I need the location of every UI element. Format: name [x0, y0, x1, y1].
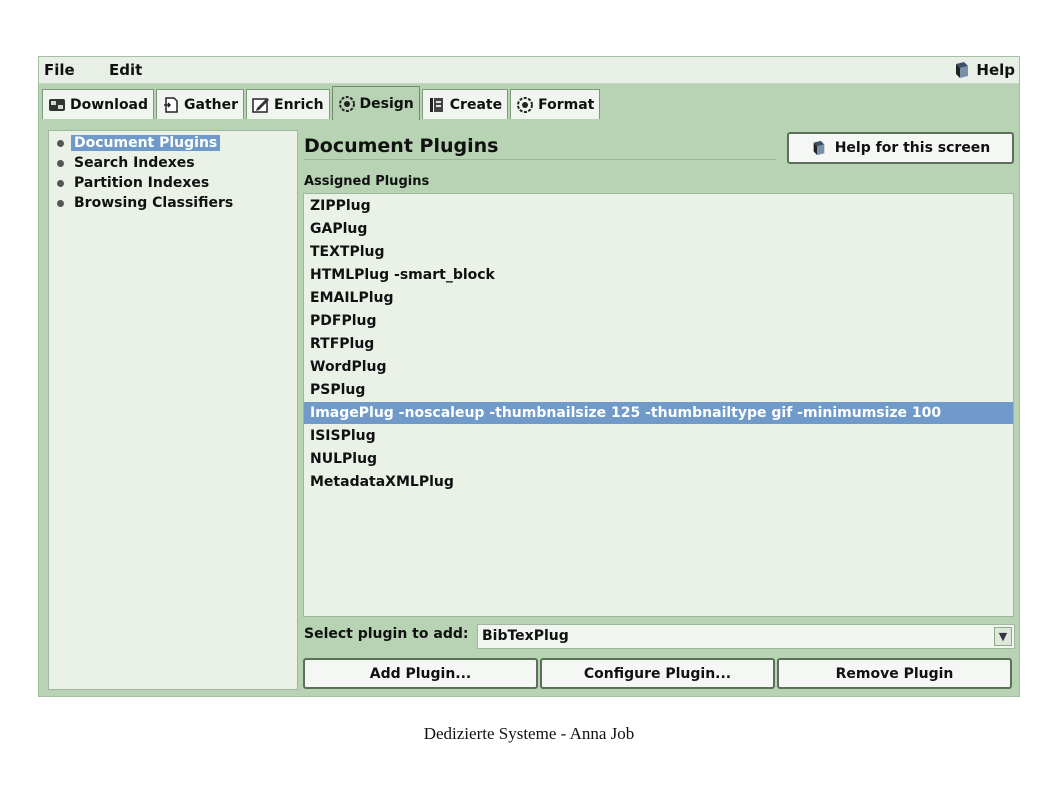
menu-edit[interactable]: Edit: [109, 61, 142, 79]
help-for-this-screen-button[interactable]: Help for this screen: [787, 132, 1014, 164]
plugin-row[interactable]: EMAILPlug: [304, 287, 1013, 309]
gear-icon: [338, 95, 355, 112]
plugin-to-add-dropdown[interactable]: BibTexPlug ▼: [477, 624, 1015, 649]
plugin-row[interactable]: PDFPlug: [304, 310, 1013, 332]
tree-item-browsing-classifiers[interactable]: Browsing Classifiers: [57, 195, 233, 211]
chevron-down-icon[interactable]: ▼: [994, 627, 1012, 646]
dropdown-value: BibTexPlug: [482, 628, 569, 644]
plugin-row[interactable]: MetadataXMLPlug: [304, 471, 1013, 493]
tree-item-label: Partition Indexes: [74, 175, 210, 191]
tree-item-partition-indexes[interactable]: Partition Indexes: [57, 175, 209, 191]
tab-design[interactable]: Design: [331, 86, 420, 120]
plugin-row[interactable]: HTMLPlug -smart_block: [304, 264, 1013, 286]
tree-item-search-indexes[interactable]: Search Indexes: [57, 155, 195, 171]
menu-help[interactable]: Help: [953, 61, 1015, 79]
tab-format-label: Format: [538, 96, 595, 113]
plugin-row[interactable]: GAPlug: [304, 218, 1013, 240]
menu-bar: File Edit Help: [39, 57, 1019, 84]
tab-enrich-label: Enrich: [274, 96, 324, 113]
help-book-icon: [956, 62, 969, 78]
plugin-row[interactable]: ZIPPlug: [304, 195, 1013, 217]
gather-icon: [164, 96, 178, 113]
tree-item-label: Browsing Classifiers: [74, 195, 234, 211]
plugin-row[interactable]: TEXTPlug: [304, 241, 1013, 263]
assigned-plugins-list[interactable]: ZIPPlug GAPlug TEXTPlug HTMLPlug -smart_…: [303, 193, 1014, 617]
bullet-icon: [57, 159, 64, 167]
title-divider: [304, 159, 776, 160]
page-title: Document Plugins: [304, 135, 499, 157]
tab-format[interactable]: Format: [510, 89, 601, 119]
tab-gather-label: Gather: [184, 96, 239, 113]
help-button-label: Help for this screen: [834, 140, 991, 156]
configure-plugin-button[interactable]: Configure Plugin...: [540, 658, 775, 689]
tab-design-label: Design: [359, 95, 414, 112]
application-window: File Edit Help Download Gather Enrich De…: [38, 56, 1020, 697]
plugin-row[interactable]: ISISPlug: [304, 425, 1013, 447]
select-plugin-label: Select plugin to add:: [304, 626, 469, 642]
plugin-row[interactable]: RTFPlug: [304, 333, 1013, 355]
tree-item-label: Document Plugins: [71, 135, 221, 151]
tab-gather[interactable]: Gather: [156, 89, 245, 119]
design-sections-tree: Document Plugins Search Indexes Partitio…: [48, 130, 298, 690]
plugin-row[interactable]: PSPlug: [304, 379, 1013, 401]
remove-plugin-button[interactable]: Remove Plugin: [777, 658, 1012, 689]
help-book-icon: [813, 140, 825, 156]
tab-enrich[interactable]: Enrich: [246, 89, 330, 119]
plugin-row-selected[interactable]: ImagePlug -noscaleup -thumbnailsize 125 …: [304, 402, 1013, 424]
tab-create[interactable]: Create: [421, 89, 509, 119]
menu-file[interactable]: File: [44, 61, 75, 79]
plugin-row[interactable]: WordPlug: [304, 356, 1013, 378]
tab-create-label: Create: [449, 96, 503, 113]
tree-item-label: Search Indexes: [74, 155, 195, 171]
gear-icon: [517, 96, 534, 113]
bullet-icon: [57, 199, 64, 207]
slide-caption: Dedizierte Systeme - Anna Job: [423, 724, 635, 743]
add-plugin-button[interactable]: Add Plugin...: [303, 658, 538, 689]
menu-help-label: Help: [976, 61, 1015, 79]
tab-download[interactable]: Download: [42, 89, 155, 119]
download-icon: [49, 98, 65, 111]
tab-download-label: Download: [70, 96, 149, 113]
tab-bar: Download Gather Enrich Design Create For…: [42, 86, 602, 120]
bullet-icon: [57, 139, 64, 147]
bullet-icon: [57, 179, 64, 187]
enrich-icon: [252, 97, 270, 113]
plugin-row[interactable]: NULPlug: [304, 448, 1013, 470]
create-icon: [429, 97, 443, 112]
assigned-plugins-label: Assigned Plugins: [304, 174, 430, 189]
tree-item-document-plugins[interactable]: Document Plugins: [57, 135, 221, 151]
